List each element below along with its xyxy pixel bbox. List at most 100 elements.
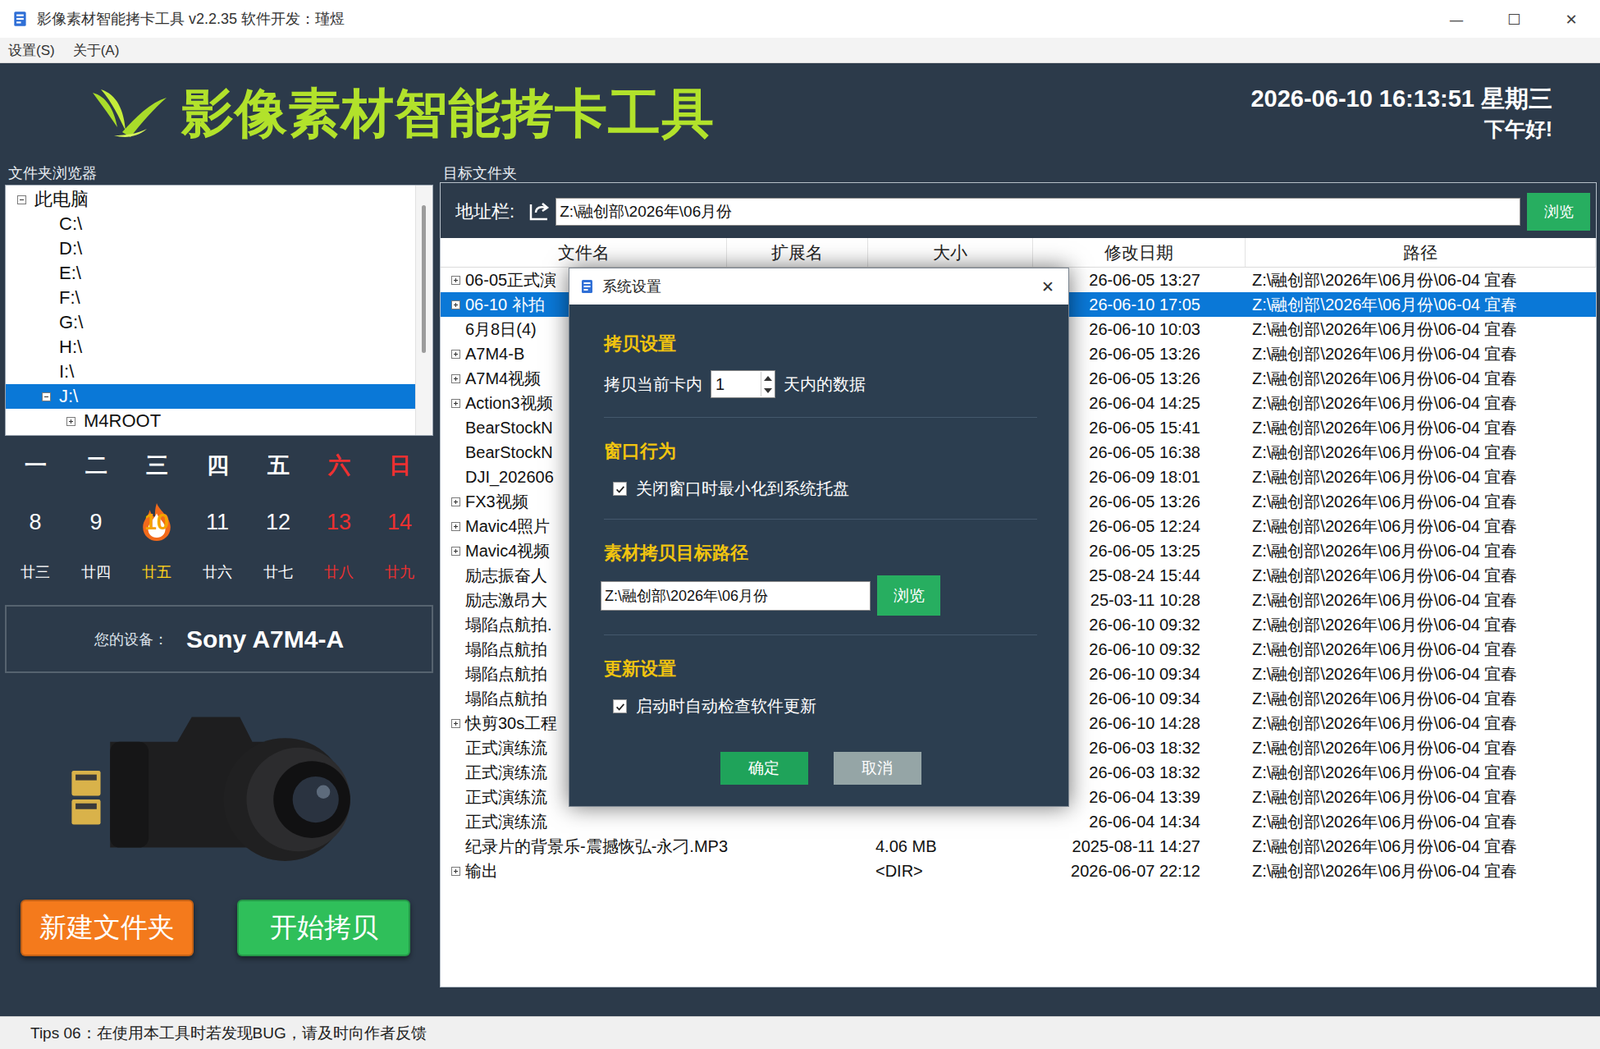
column-header[interactable]: 大小 [868, 237, 1034, 267]
calendar-weekdays: 一二三四五六日 [4, 448, 434, 482]
check-icon [614, 700, 627, 713]
path-cell: Z:\融创部\2026年\06月份\06-04 宜春 [1245, 612, 1596, 637]
dialog-button[interactable]: 取消 [833, 751, 922, 785]
main-buttons: 新建文件夹开始拷贝 [4, 899, 434, 956]
expander-slot [451, 374, 466, 384]
day-number-box: 12 [253, 494, 303, 549]
expander-icon[interactable] [17, 195, 27, 205]
calendar-day[interactable]: 11廿六 [187, 494, 248, 584]
file-name: BearStockN [465, 418, 554, 438]
lunar-date: 廿九 [384, 560, 415, 584]
tree-item[interactable]: M4ROOT [5, 408, 416, 434]
dialog-close-button[interactable]: ✕ [1027, 277, 1069, 296]
column-header[interactable]: 修改日期 [1033, 237, 1246, 267]
tree-item[interactable]: E:\ [5, 260, 416, 286]
address-label: 地址栏: [455, 199, 515, 224]
tree-item[interactable]: J:\ [5, 384, 416, 409]
calendar-day[interactable]: 8廿三 [4, 494, 66, 584]
table-row[interactable]: 纪录片的背景乐-震撼恢弘-永刁.MP34.06 MB2025-08-11 14:… [440, 833, 1596, 859]
path-field[interactable]: Z:\融创部\2026年\06月份 [600, 580, 871, 611]
close-button[interactable]: ✕ [1542, 10, 1600, 28]
column-header[interactable]: 扩展名 [726, 237, 869, 267]
settings-section: 更新设置启动时自动检查软件更新 [603, 634, 1038, 736]
title-bar: 影像素材智能拷卡工具 v2.2.35 软件开发：瑾煜 —☐✕ [0, 0, 1600, 38]
column-header[interactable]: 路径 [1245, 237, 1596, 267]
path-browse-button[interactable]: 浏览 [877, 575, 941, 616]
checkbox-row[interactable]: 启动时自动检查软件更新 [603, 694, 1038, 718]
tree-item-label: M4ROOT [83, 410, 161, 432]
size-cell [868, 809, 1034, 834]
calendar-day[interactable]: 14 廿九 [369, 494, 430, 584]
expander-icon[interactable] [451, 718, 461, 728]
expander-icon[interactable] [451, 374, 461, 384]
scrollbar[interactable] [415, 185, 433, 435]
down-arrow-icon[interactable] [763, 388, 773, 394]
app-window: 影像素材智能拷卡工具 v2.2.35 软件开发：瑾煜—☐✕设置(S)关于(A)影… [0, 0, 1600, 1049]
expander-icon[interactable] [451, 349, 461, 359]
expander-slot [17, 195, 35, 205]
day-number: 13 [326, 509, 352, 535]
new-folder-button[interactable]: 新建文件夹 [20, 899, 194, 956]
tree-item[interactable]: C:\ [5, 211, 416, 237]
date-cell: 2025-08-11 14:27 [1033, 833, 1246, 859]
checkbox[interactable] [612, 699, 627, 714]
check-icon [614, 483, 627, 495]
address-field[interactable]: Z:\融创部\2026年\06月份 [555, 197, 1521, 226]
checkbox[interactable] [612, 481, 627, 496]
calendar-day[interactable]: 12廿七 [247, 494, 309, 584]
expander-icon[interactable] [451, 275, 461, 285]
day-number: 11 [205, 509, 229, 535]
tree-item-label: C:\ [59, 213, 83, 235]
checkbox-row[interactable]: 关闭窗口时最小化到系统托盘 [603, 477, 1038, 500]
weekday: 一 [4, 448, 66, 482]
expander-icon[interactable] [66, 416, 76, 426]
browse-button[interactable]: 浏览 [1526, 192, 1591, 231]
dialog-button[interactable]: 确定 [720, 751, 809, 785]
calendar-day[interactable]: 13廿八 [308, 494, 370, 584]
expander-icon[interactable] [41, 392, 51, 402]
file-name: 塌陷点航拍 [465, 687, 548, 710]
spin-label: 拷贝当前卡内 [603, 373, 703, 396]
scroll-thumb[interactable] [421, 205, 426, 353]
tree-item[interactable]: F:\ [5, 285, 416, 311]
file-name: 塌陷点航拍 [465, 638, 548, 661]
tree-item[interactable]: 此电脑 [5, 187, 416, 212]
expander-icon[interactable] [451, 497, 461, 507]
expander-icon[interactable] [451, 546, 461, 556]
expander-icon[interactable] [451, 521, 461, 531]
checkbox-label: 启动时自动检查软件更新 [635, 694, 817, 718]
expander-icon[interactable] [451, 866, 461, 876]
day-number-box: 8 [10, 494, 60, 549]
days-spinbox[interactable]: 1 [710, 370, 776, 398]
maximize-button[interactable]: ☐ [1485, 10, 1543, 28]
calendar: 一二三四五六日 8廿三9廿四10廿五11廿六12廿七13廿八14 廿九 [4, 448, 434, 584]
day-number-box: 14 [374, 494, 425, 549]
tree-item[interactable]: H:\ [5, 334, 416, 360]
calendar-day[interactable]: 9廿四 [65, 494, 127, 584]
file-name: 正式演练流 [465, 810, 548, 833]
expander-icon[interactable] [451, 300, 461, 310]
settings-section: 窗口行为关闭窗口时最小化到系统托盘 [603, 416, 1038, 519]
start-copy-button[interactable]: 开始拷贝 [237, 899, 411, 956]
window-title: 影像素材智能拷卡工具 v2.2.35 软件开发：瑾煜 [36, 9, 345, 29]
path-cell: Z:\融创部\2026年\06月份\06-04 宜春 [1245, 341, 1596, 366]
tree-item[interactable]: I:\ [5, 359, 416, 384]
tree-item[interactable]: D:\ [5, 236, 416, 261]
back-arrow-icon[interactable] [527, 201, 551, 223]
expander-icon[interactable] [451, 398, 461, 408]
expander-slot [451, 300, 466, 310]
tree-item[interactable]: G:\ [5, 310, 416, 335]
spin-row: 拷贝当前卡内1天内的数据 [603, 370, 1038, 398]
menu-item[interactable]: 关于(A) [73, 41, 120, 60]
column-header[interactable]: 文件名 [440, 237, 727, 267]
table-row[interactable]: 正式演练流26-06-04 14:34Z:\融创部\2026年\06月份\06-… [440, 809, 1596, 834]
day-number-box: 10 [132, 494, 182, 549]
calendar-day[interactable]: 10廿五 [126, 494, 188, 584]
table-row[interactable]: 输出<DIR>2026-06-07 22:12Z:\融创部\2026年\06月份… [440, 858, 1596, 883]
file-name: A7M4视频 [465, 367, 541, 390]
path-cell: Z:\融创部\2026年\06月份\06-04 宜春 [1245, 390, 1596, 416]
tree-item-label: D:\ [59, 237, 83, 260]
minimize-button[interactable]: — [1427, 10, 1486, 28]
up-arrow-icon[interactable] [763, 375, 773, 381]
menu-item[interactable]: 设置(S) [8, 41, 55, 60]
